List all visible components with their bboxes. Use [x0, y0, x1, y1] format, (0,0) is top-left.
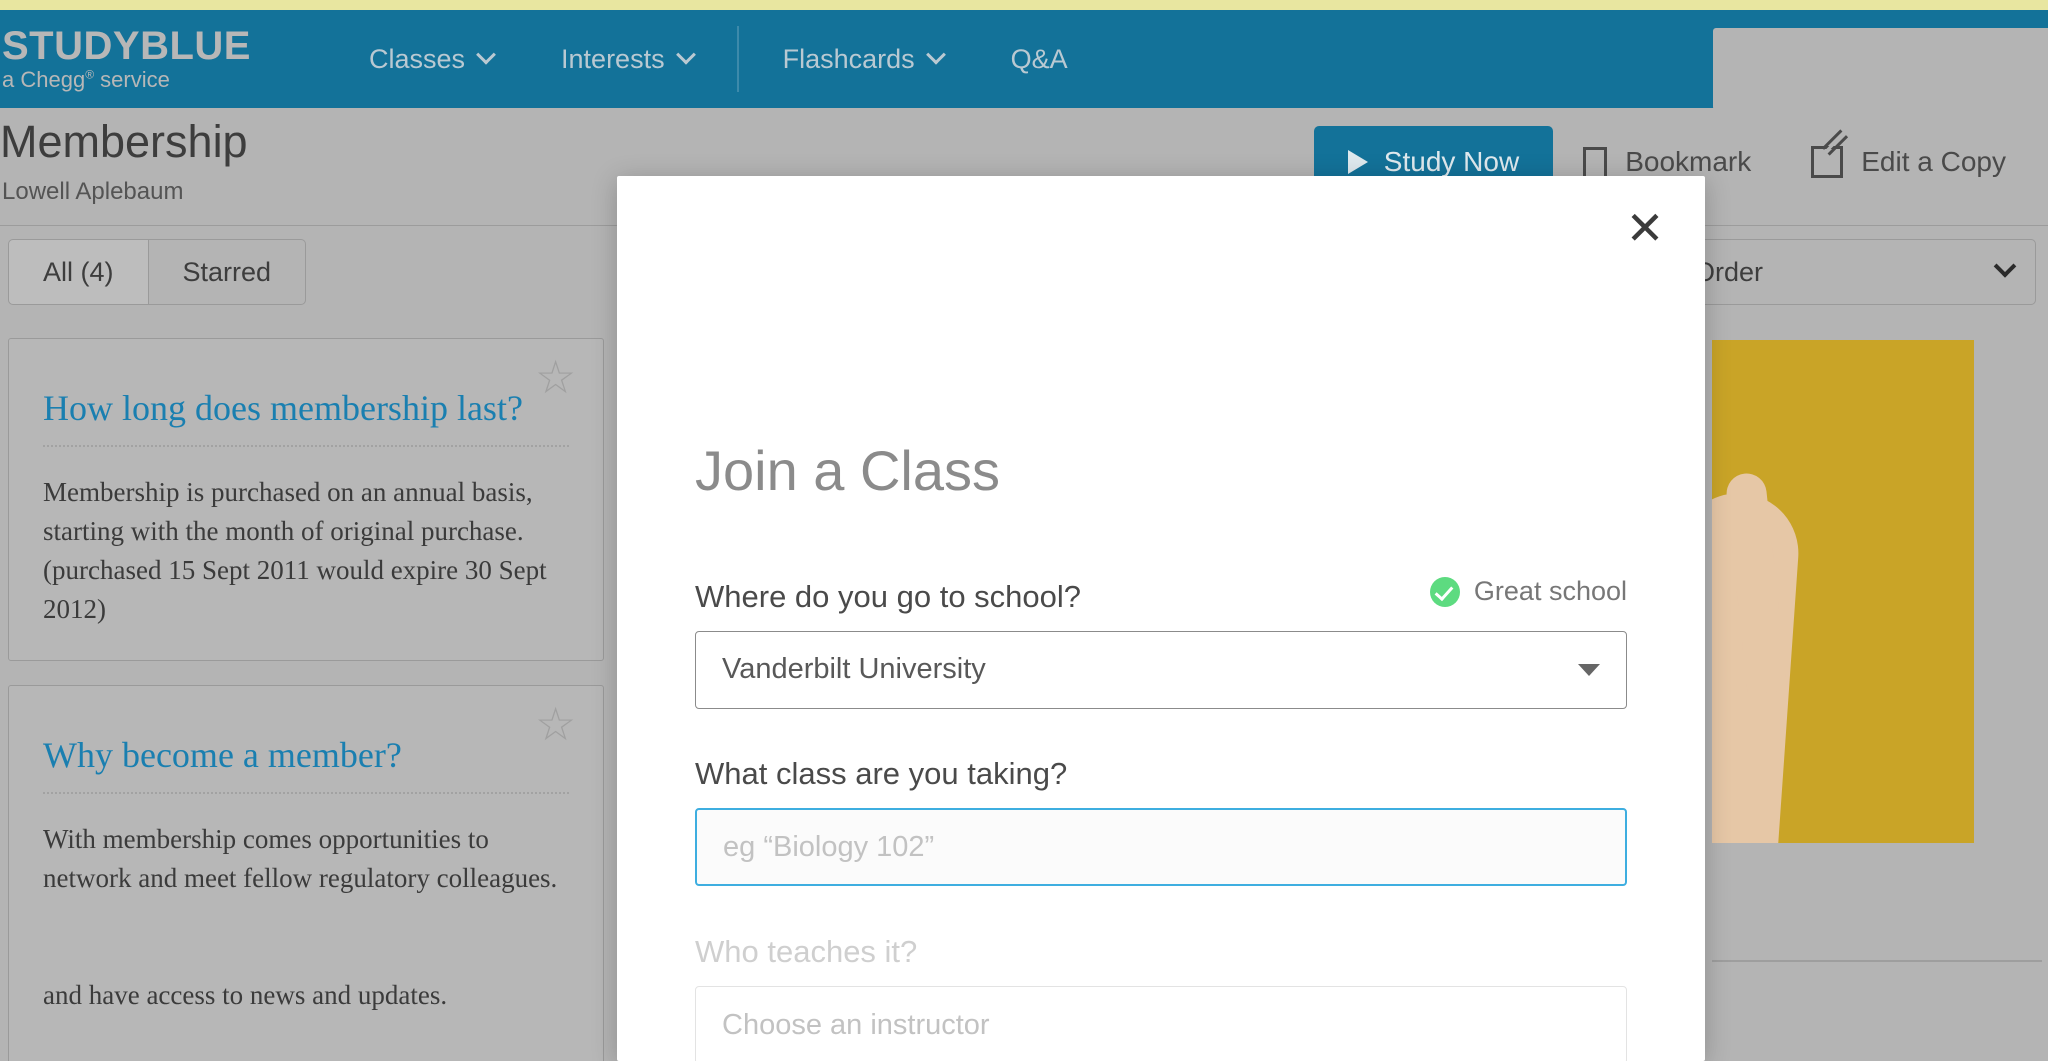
- close-icon[interactable]: ✕: [1621, 205, 1669, 254]
- app-root: STUDYBLUE a Chegg® service Classes Inter…: [0, 0, 2048, 1061]
- school-select-value: Vanderbilt University: [722, 653, 986, 685]
- class-field-label: What class are you taking?: [695, 756, 1068, 791]
- class-field-group: What class are you taking? eg “Biology 1…: [695, 756, 1627, 886]
- join-class-modal: ✕ Join a Class Where do you go to school…: [617, 176, 1705, 1061]
- class-input[interactable]: eg “Biology 102”: [695, 808, 1627, 886]
- school-validation-badge: Great school: [1429, 576, 1627, 607]
- instructor-input-placeholder: Choose an instructor: [722, 1008, 990, 1041]
- check-circle-icon: [1429, 576, 1460, 607]
- school-validation-label: Great school: [1473, 576, 1627, 606]
- instructor-input[interactable]: Choose an instructor: [695, 986, 1627, 1061]
- chevron-down-icon: [1578, 663, 1600, 676]
- instructor-field-group: Who teaches it? Choose an instructor: [695, 934, 1627, 1061]
- instructor-field-label: Who teaches it?: [695, 934, 918, 969]
- modal-title: Join a Class: [695, 439, 1001, 502]
- school-label-row: Where do you go to school? Great school: [695, 576, 1627, 631]
- school-field-label: Where do you go to school?: [695, 578, 1082, 614]
- school-select[interactable]: Vanderbilt University: [695, 630, 1627, 709]
- school-field-group: Where do you go to school? Great school …: [695, 576, 1627, 709]
- class-input-placeholder: eg “Biology 102”: [723, 830, 935, 863]
